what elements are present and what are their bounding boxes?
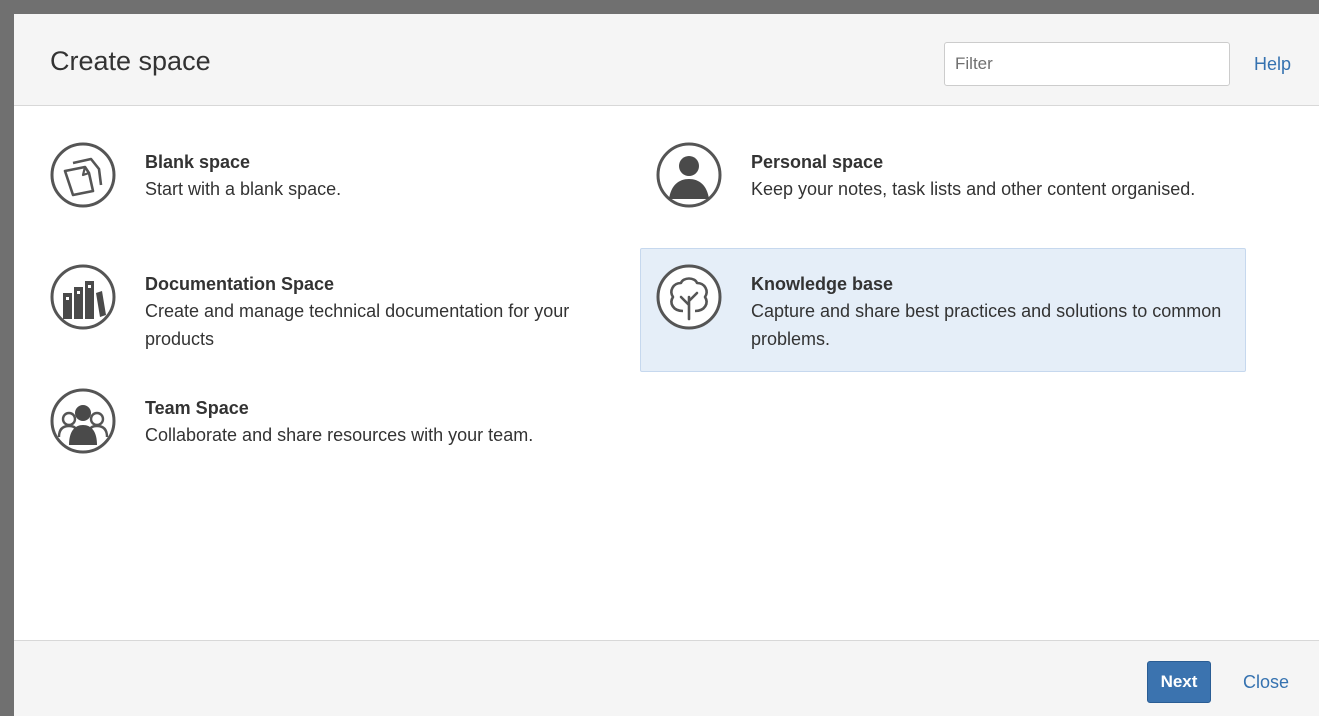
next-button[interactable]: Next xyxy=(1147,661,1211,703)
template-name: Documentation Space xyxy=(145,274,335,294)
template-team-space[interactable]: Team Space Collaborate and share resourc… xyxy=(40,376,644,496)
template-description: Keep your notes, task lists and other co… xyxy=(751,179,1196,199)
dialog-footer: Next Close xyxy=(14,640,1319,716)
template-name: Knowledge base xyxy=(751,274,894,294)
template-name: Blank space xyxy=(145,152,251,172)
template-description: Create and manage technical documentatio… xyxy=(145,301,570,349)
template-personal-space[interactable]: Personal space Keep your notes, task lis… xyxy=(646,130,1250,250)
template-name: Personal space xyxy=(751,152,884,172)
template-documentation-space[interactable]: Documentation Space Create and manage te… xyxy=(40,252,644,372)
dialog-header: Create space Help xyxy=(14,14,1319,106)
blank-page-icon xyxy=(50,142,116,208)
template-name: Team Space xyxy=(145,398,249,418)
template-description: Collaborate and share resources with you… xyxy=(145,425,534,445)
template-list: Blank space Start with a blank space. Pe… xyxy=(14,106,1319,640)
help-link[interactable]: Help xyxy=(1254,54,1291,75)
filter-input[interactable] xyxy=(944,42,1230,86)
create-space-dialog: Create space Help Blank space Start with… xyxy=(14,14,1319,716)
template-description: Capture and share best practices and sol… xyxy=(751,301,1222,349)
person-icon xyxy=(656,142,722,208)
tree-icon xyxy=(656,264,722,330)
dialog-title: Create space xyxy=(50,46,211,76)
close-link[interactable]: Close xyxy=(1243,672,1289,693)
template-blank-space[interactable]: Blank space Start with a blank space. xyxy=(40,130,644,250)
template-description: Start with a blank space. xyxy=(145,179,342,199)
books-icon xyxy=(50,264,116,330)
team-icon xyxy=(50,388,116,454)
template-knowledge-base[interactable]: Knowledge base Capture and share best pr… xyxy=(640,248,1246,372)
